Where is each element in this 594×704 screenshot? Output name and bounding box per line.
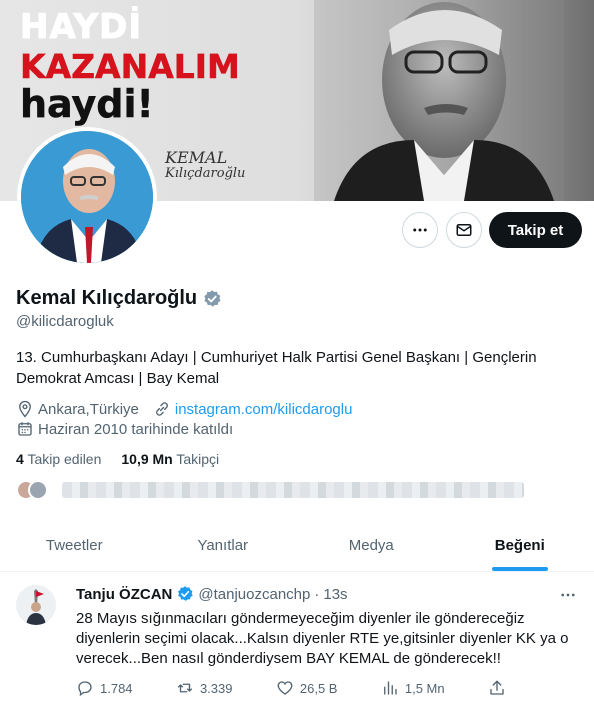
tab-likes[interactable]: Beğeni <box>446 519 594 571</box>
followed-by-text-redacted <box>62 482 524 498</box>
profile-location: Ankara,Türkiye <box>38 400 139 418</box>
tweet-header: Tanju ÖZCAN @tanjuozcanchp · 13s <box>76 585 348 603</box>
views-button[interactable]: 1,5 Mn <box>381 679 445 697</box>
analytics-bar-icon <box>383 681 397 695</box>
profile-handle: @kilicdarogluk <box>16 313 114 330</box>
share-icon <box>490 680 504 695</box>
following-link[interactable]: 4 Takip edilen <box>16 451 101 467</box>
tab-replies[interactable]: Yanıtlar <box>149 519 298 571</box>
profile-name: Kemal Kılıçdaroğlu <box>16 287 198 309</box>
profile-tabs: Tweetler Yanıtlar Medya Beğeni <box>0 519 594 572</box>
signature-line-1: KEMAL <box>165 148 228 167</box>
followed-by-row-redacted[interactable] <box>16 480 524 500</box>
reply-count: 1.784 <box>100 680 133 696</box>
tweet[interactable]: Tanju ÖZCAN @tanjuozcanchp · 13s 28 Mayı… <box>0 573 594 704</box>
tab-media[interactable]: Medya <box>297 519 446 571</box>
more-horizontal-icon <box>413 228 427 232</box>
followed-by-avatars-redacted <box>16 480 52 500</box>
author-avatar-image <box>16 585 56 625</box>
followers-label: Takipçi <box>176 451 220 467</box>
tweet-author-handle[interactable]: @tanjuozcanchp <box>198 586 310 603</box>
message-button[interactable] <box>446 212 482 248</box>
tweet-timestamp[interactable]: 13s <box>323 586 347 603</box>
share-button[interactable] <box>488 679 506 697</box>
profile-bio: 13. Cumhurbaşkanı Adayı | Cumhuriyet Hal… <box>16 349 537 387</box>
like-button[interactable]: 26,5 B <box>276 679 338 697</box>
tweet-text: 28 Mayıs sığınmacıları göndermeyeceğim d… <box>76 610 569 667</box>
more-horizontal-icon <box>561 593 575 597</box>
reply-button[interactable]: 1.784 <box>76 679 133 697</box>
follow-button[interactable]: Takip et <box>489 212 582 248</box>
profile-name-row: Kemal Kılıçdaroğlu <box>16 287 222 310</box>
profile-joined-row: Haziran 2010 tarihinde katıldı <box>16 420 233 438</box>
followers-link[interactable]: 10,9 Mn Takipçi <box>121 451 219 467</box>
reply-icon <box>78 681 92 697</box>
tweet-author-avatar[interactable] <box>16 585 56 625</box>
banner-line-2: KAZANALIM <box>20 47 240 86</box>
tweet-actions: 1.784 3.339 26,5 B 1,5 Mn <box>76 679 506 697</box>
location-pin-icon <box>19 400 31 418</box>
profile-meta-row: Ankara,Türkiye instagram.com/kilicdarogl… <box>16 400 352 418</box>
follow-counts: 4 Takip edilen 10,9 Mn Takipçi <box>16 451 219 467</box>
retweet-count: 3.339 <box>199 680 233 696</box>
profile-avatar[interactable] <box>17 127 157 267</box>
verified-badge-icon[interactable] <box>176 585 194 603</box>
retweet-icon <box>177 683 193 693</box>
like-count: 26,5 B <box>299 680 338 696</box>
tweet-more-button[interactable] <box>556 583 580 607</box>
banner-line-3: haydi! <box>20 82 154 126</box>
tab-tweets[interactable]: Tweetler <box>0 519 149 571</box>
banner-line-1: HAYDİ <box>20 7 143 47</box>
link-icon <box>155 402 168 416</box>
followers-count: 10,9 Mn <box>121 451 173 467</box>
profile-website-link[interactable]: instagram.com/kilicdaroglu <box>175 401 353 418</box>
verified-badge-icon[interactable] <box>202 289 222 309</box>
following-label: Takip edilen <box>27 451 102 467</box>
following-count: 4 <box>16 451 24 467</box>
tweet-author-name[interactable]: Tanju ÖZCAN <box>76 586 172 603</box>
heart-icon <box>277 681 293 695</box>
more-options-button[interactable] <box>402 212 438 248</box>
banner-portrait-image <box>314 0 564 201</box>
avatar-image <box>21 131 153 263</box>
profile-joined-date: Haziran 2010 tarihinde katıldı <box>38 420 234 438</box>
signature-line-2: Kılıçdaroğlu <box>165 166 246 181</box>
banner-headline: HAYDİ KAZANALIM haydi! <box>20 7 241 126</box>
retweet-button[interactable]: 3.339 <box>176 679 233 697</box>
view-count: 1,5 Mn <box>404 680 445 696</box>
calendar-icon <box>18 422 32 436</box>
avatar-portrait-icon <box>21 131 153 263</box>
banner-signature: KEMAL Kılıçdaroğlu <box>165 148 246 181</box>
tweet-separator: · <box>314 585 320 603</box>
envelope-icon <box>456 224 472 236</box>
